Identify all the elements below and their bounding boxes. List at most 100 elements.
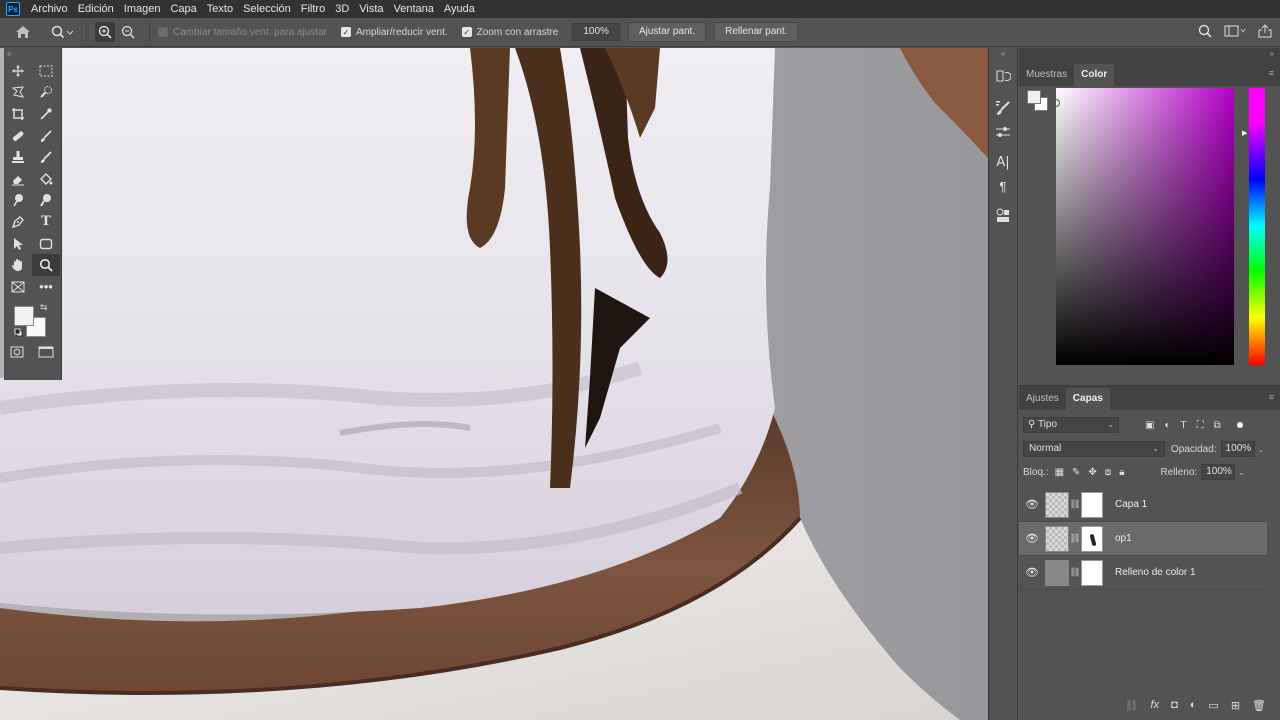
paragraph-icon[interactable]: ¶ <box>989 174 1017 198</box>
brush-icon[interactable] <box>32 125 60 147</box>
fill-field[interactable]: 100% <box>1201 464 1236 480</box>
marquee-icon[interactable] <box>32 60 60 82</box>
layer-kind-filter[interactable]: ⚲ Tipo ⌄ <box>1023 417 1119 433</box>
rectangle-icon[interactable] <box>32 233 60 255</box>
layer-name[interactable]: Capa 1 <box>1115 499 1147 510</box>
menu-ventana[interactable]: Ventana <box>389 0 439 18</box>
zoom-all-windows-checkbox[interactable]: ✓ Ampliar/reducir vent. <box>340 27 448 38</box>
filter-adjustment-icon[interactable]: ◐ <box>1164 420 1170 431</box>
panel-menu-icon[interactable]: ≡ <box>1269 68 1274 78</box>
screen-mode-icon[interactable] <box>38 346 54 361</box>
frame-icon[interactable] <box>4 276 32 298</box>
new-adjustment-icon[interactable]: ◐ <box>1190 699 1197 711</box>
menu-ayuda[interactable]: Ayuda <box>439 0 480 18</box>
lock-transparent-icon[interactable]: ▦ <box>1055 467 1064 478</box>
layer-name[interactable]: op1 <box>1115 533 1132 544</box>
filter-toggle[interactable] <box>1236 422 1243 428</box>
more-icon[interactable]: ••• <box>32 276 60 298</box>
eraser-icon[interactable] <box>4 168 32 190</box>
type-icon[interactable]: T <box>32 211 60 233</box>
layer-name[interactable]: Relleno de color 1 <box>1115 567 1196 578</box>
opacity-field[interactable]: 100% <box>1220 441 1255 457</box>
move-icon[interactable] <box>4 60 32 82</box>
layer-row[interactable]: 👁︎ ⛓︎ Capa 1 <box>1019 488 1267 522</box>
zoom-in-icon[interactable] <box>95 22 115 42</box>
trash-icon[interactable]: 🗑︎ <box>1252 699 1266 712</box>
zoom-icon[interactable] <box>32 254 60 276</box>
history-brush-icon[interactable] <box>32 146 60 168</box>
quick-mask-icon[interactable] <box>10 346 24 361</box>
quick-select-icon[interactable] <box>32 82 60 104</box>
panel-menu-icon[interactable]: ≡ <box>1269 392 1274 402</box>
default-colors-icon[interactable] <box>14 328 23 337</box>
menu-seleccion[interactable]: Selección <box>238 0 296 18</box>
path-select-icon[interactable] <box>4 233 32 255</box>
hand-icon[interactable] <box>4 254 32 276</box>
document-canvas[interactable] <box>0 48 988 720</box>
swap-colors-icon[interactable]: ⇆ <box>40 302 48 313</box>
zoom-tool-preset-icon[interactable] <box>46 25 78 39</box>
color-picker-field[interactable] <box>1052 88 1234 365</box>
lasso-icon[interactable] <box>4 82 32 104</box>
search-icon[interactable] <box>1198 24 1212 41</box>
link-icon[interactable]: ⛓︎ <box>1069 567 1081 578</box>
layer-mask-thumbnail[interactable] <box>1081 525 1103 552</box>
workspace-icon[interactable] <box>1224 25 1246 40</box>
smudge-icon[interactable] <box>4 190 32 212</box>
tab-ajustes[interactable]: Ajustes <box>1019 388 1066 410</box>
link-icon[interactable]: ⛓︎ <box>1069 533 1081 544</box>
new-group-icon[interactable]: ▭ <box>1208 699 1218 712</box>
lock-artboard-icon[interactable]: ⧈ <box>1105 467 1111 478</box>
history-icon[interactable] <box>989 64 1017 88</box>
expand-icon[interactable]: « <box>989 48 1017 62</box>
collapse-icon[interactable]: « <box>4 48 61 60</box>
menu-texto[interactable]: Texto <box>202 0 238 18</box>
properties-icon[interactable] <box>989 204 1017 228</box>
layer-row[interactable]: 👁︎ ⛓︎ Relleno de color 1 <box>1019 556 1267 590</box>
scrubby-zoom-checkbox[interactable]: ✓ Zoom con arrastre <box>461 27 558 38</box>
eyedropper-icon[interactable] <box>32 103 60 125</box>
hue-slider[interactable] <box>1249 88 1265 365</box>
healing-icon[interactable] <box>4 125 32 147</box>
lock-position-icon[interactable]: ✥ <box>1088 467 1096 478</box>
menu-capa[interactable]: Capa <box>165 0 201 18</box>
crop-icon[interactable] <box>4 103 32 125</box>
menu-archivo[interactable]: Archivo <box>26 0 73 18</box>
eye-icon[interactable]: 👁︎ <box>1019 498 1045 511</box>
menu-imagen[interactable]: Imagen <box>119 0 166 18</box>
color-panel-foreground-swatch[interactable] <box>1027 90 1041 104</box>
filter-type-icon[interactable]: T <box>1181 420 1187 431</box>
filter-smartobject-icon[interactable]: ⧉ <box>1214 420 1221 431</box>
fill-screen-button[interactable]: Rellenar pant. <box>714 22 799 42</box>
share-icon[interactable] <box>1258 24 1272 41</box>
chevron-down-icon[interactable]: ⌄ <box>1238 468 1245 477</box>
eye-icon[interactable]: 👁︎ <box>1019 532 1045 545</box>
tab-muestras[interactable]: Muestras <box>1019 64 1074 86</box>
collapse-panels-icon[interactable]: » <box>1019 48 1280 62</box>
hue-slider-marker[interactable]: ▶ <box>1242 129 1247 137</box>
link-layers-icon[interactable]: ⛓︎ <box>1125 699 1139 712</box>
layer-row[interactable]: 👁︎ ⛓︎ op1 <box>1019 522 1267 556</box>
stamp-icon[interactable] <box>4 146 32 168</box>
blend-mode-select[interactable]: Normal ⌄ <box>1023 441 1165 457</box>
character-icon[interactable]: A| <box>989 150 1017 174</box>
lock-all-icon[interactable]: 🔒︎ <box>1119 467 1124 478</box>
new-layer-icon[interactable]: ⊞ <box>1231 699 1240 712</box>
pen-icon[interactable] <box>4 211 32 233</box>
menu-filtro[interactable]: Filtro <box>296 0 330 18</box>
tab-color[interactable]: Color <box>1074 64 1115 86</box>
filter-pixel-icon[interactable]: ▣ <box>1145 420 1154 431</box>
fit-screen-button[interactable]: Ajustar pant. <box>627 22 707 42</box>
eye-icon[interactable]: 👁︎ <box>1019 566 1045 579</box>
home-icon[interactable] <box>0 25 46 39</box>
bucket-icon[interactable] <box>32 168 60 190</box>
menu-edicion[interactable]: Edición <box>73 0 119 18</box>
lock-paint-icon[interactable]: ✎ <box>1072 467 1080 478</box>
menu-3d[interactable]: 3D <box>330 0 354 18</box>
adjustments-sliders-icon[interactable] <box>989 120 1017 144</box>
menu-vista[interactable]: Vista <box>354 0 388 18</box>
foreground-color-swatch[interactable] <box>14 305 34 326</box>
tab-capas[interactable]: Capas <box>1065 388 1110 410</box>
dodge-icon[interactable] <box>32 190 60 212</box>
add-mask-icon[interactable]: ◘ <box>1171 699 1178 711</box>
